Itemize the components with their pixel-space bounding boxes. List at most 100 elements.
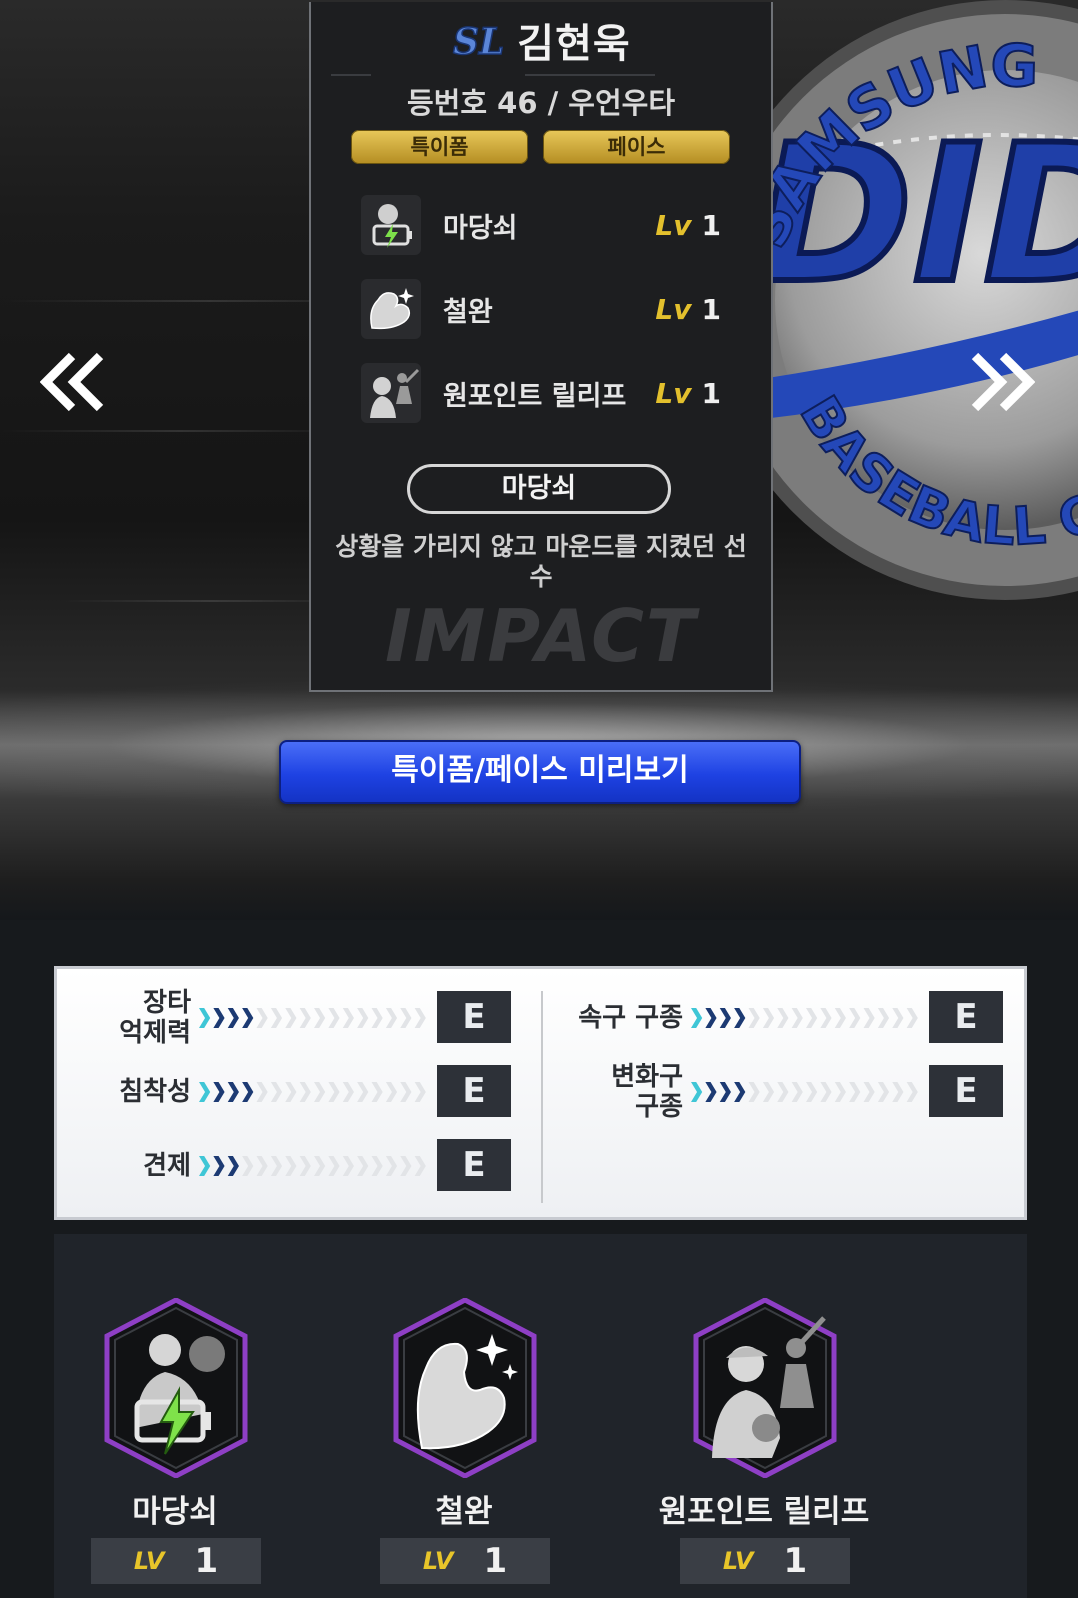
stat-segment-empty: [414, 1008, 426, 1028]
stat-segment-empty: [806, 1082, 818, 1102]
stat-segment-empty: [285, 1156, 297, 1176]
stat-row: 침착성 E: [57, 1065, 541, 1119]
skill-name: 원포인트 릴리프: [443, 380, 627, 412]
stat-segment-empty: [270, 1082, 283, 1102]
pitcher-batter-icon: [361, 363, 421, 423]
stat-segment-empty: [371, 1082, 383, 1102]
stat-segment-filled: [719, 1082, 731, 1102]
stat-segment-empty: [791, 1082, 803, 1102]
stat-segment-empty: [256, 1082, 268, 1102]
stat-chevron-bar: [691, 1008, 918, 1028]
stat-segment-filled: [691, 1082, 703, 1102]
skill-card-madangsoe[interactable]: 마당쇠 LV 1: [55, 1297, 295, 1598]
stat-grade: E: [437, 1139, 511, 1191]
skill-card-level: LV 1: [680, 1538, 850, 1584]
stat-chevron-bar: [199, 1156, 426, 1176]
divider: [525, 74, 655, 76]
stat-segment-empty: [906, 1008, 918, 1028]
stat-segment-empty: [806, 1008, 818, 1028]
stat-segment-empty: [762, 1008, 775, 1028]
skill-card-level: LV 1: [380, 1538, 550, 1584]
stat-segment-empty: [385, 1082, 398, 1102]
team-logo-icon: SL: [453, 20, 504, 64]
stat-segment-empty: [371, 1008, 383, 1028]
player-skill-card: SL 김현욱 등번호 46 / 우언우타 특이폼 페이스 마당쇠 Lv 1 철완…: [309, 2, 773, 692]
light-streak: [0, 430, 360, 432]
flexed-arm-icon: [361, 279, 421, 339]
skill-name: 철완: [443, 296, 493, 328]
stat-segment-empty: [820, 1008, 832, 1028]
stat-segment-filled: [227, 1082, 239, 1102]
stat-segment-empty: [328, 1008, 340, 1028]
stat-segment-empty: [791, 1008, 803, 1028]
stat-bar: [199, 1006, 429, 1030]
stat-segment-filled: [199, 1008, 211, 1028]
stat-segment-empty: [285, 1082, 297, 1102]
stat-segment-filled: [213, 1082, 225, 1102]
stat-segment-empty: [371, 1156, 383, 1176]
stat-segment-filled: [213, 1008, 225, 1028]
stat-segment-empty: [314, 1082, 326, 1102]
stat-segment-filled: [242, 1082, 254, 1102]
stat-segment-filled: [691, 1008, 703, 1028]
next-player-button[interactable]: [965, 350, 1036, 414]
tab-trait-form[interactable]: 특이폼: [351, 130, 528, 164]
skill-row-cheolwan[interactable]: 철완 Lv 1: [361, 274, 721, 344]
stat-bar: [691, 1080, 921, 1104]
skill-card-onepoint-relief[interactable]: 원포인트 릴리프 LV 1: [644, 1297, 884, 1598]
stat-segment-empty: [256, 1156, 268, 1176]
stat-segment-empty: [834, 1082, 846, 1102]
stat-grade: E: [437, 991, 511, 1043]
divider: [541, 991, 543, 1203]
stat-segment-empty: [299, 1156, 311, 1176]
stat-segment-filled: [227, 1156, 239, 1176]
stat-segment-empty: [299, 1082, 311, 1102]
skill-card-name: 마당쇠: [132, 1494, 218, 1530]
stat-segment-empty: [414, 1082, 426, 1102]
stat-label: 속구 구종: [578, 1003, 683, 1033]
skill-row-madangsoe[interactable]: 마당쇠 Lv 1: [361, 190, 721, 260]
tab-face[interactable]: 페이스: [543, 130, 730, 164]
skill-level: Lv 1: [655, 208, 721, 242]
stat-segment-empty: [270, 1008, 283, 1028]
trait-face-preview-button[interactable]: 특이폼/페이스 미리보기: [279, 740, 801, 804]
stat-label: 장타 억제력: [119, 988, 191, 1048]
player-number-handedness: 등번호 46 / 우언우타: [407, 86, 675, 120]
previous-player-button[interactable]: [39, 350, 110, 414]
stat-bar: [199, 1080, 429, 1104]
stat-segment-empty: [400, 1156, 412, 1176]
stat-segment-empty: [357, 1156, 369, 1176]
impact-watermark: IMPACT: [384, 594, 698, 678]
stat-segment-empty: [820, 1082, 832, 1102]
stat-segment-empty: [342, 1008, 354, 1028]
svg-text:SL: SL: [453, 21, 503, 63]
stat-label: 견제: [143, 1151, 191, 1181]
selected-skill-name: 마당쇠: [407, 464, 671, 514]
skill-badges-panel: 마당쇠 LV 1 철완 LV 1 원포인트 릴리프 LV 1: [54, 1234, 1027, 1598]
stat-segment-empty: [863, 1008, 875, 1028]
stat-segment-empty: [328, 1156, 340, 1176]
stat-segment-empty: [314, 1156, 326, 1176]
stat-chevron-bar: [199, 1082, 426, 1102]
stat-segment-empty: [299, 1008, 311, 1028]
stat-segment-empty: [762, 1082, 775, 1102]
stat-segment-empty: [892, 1008, 904, 1028]
double-chevron-left-icon: [39, 352, 104, 412]
stat-segment-empty: [357, 1082, 369, 1102]
skill-row-onepoint-relief[interactable]: 원포인트 릴리프 Lv 1: [361, 358, 721, 428]
stat-segment-filled: [705, 1008, 717, 1028]
double-chevron-right-icon: [971, 352, 1036, 412]
stat-segment-empty: [285, 1008, 297, 1028]
pitcher-stats-panel: 장타 억제력 E 침착성 E 견제 E 속구 구종 E 변화구 구종 E: [54, 966, 1027, 1220]
stat-row: 변화구 구종 E: [547, 1062, 1027, 1122]
skill-card-name: 철완: [435, 1494, 493, 1530]
skill-card-cheolwan[interactable]: 철완 LV 1: [344, 1297, 584, 1598]
stat-segment-empty: [748, 1082, 760, 1102]
skill-name: 마당쇠: [443, 212, 518, 244]
stat-segment-filled: [242, 1008, 254, 1028]
pitcher-batter-icon: [692, 1297, 838, 1479]
stat-segment-empty: [849, 1082, 861, 1102]
skill-level: Lv 1: [655, 292, 721, 326]
stat-grade: E: [437, 1065, 511, 1117]
stat-segment-filled: [199, 1082, 211, 1102]
